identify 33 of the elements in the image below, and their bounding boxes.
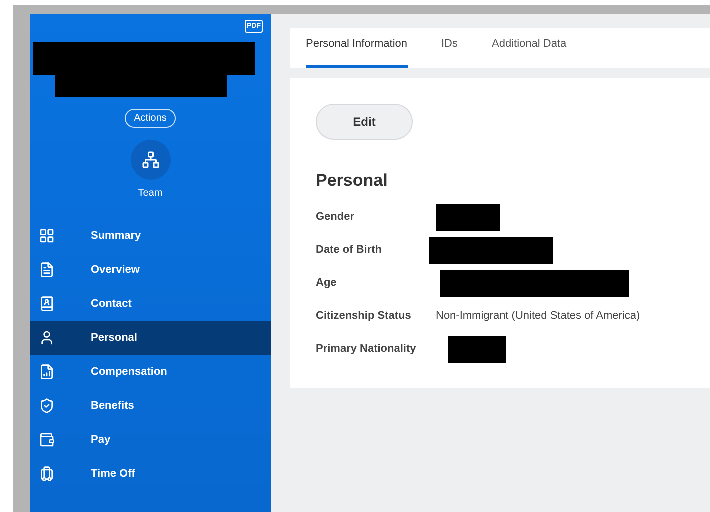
- field-label: Primary Nationality: [316, 342, 418, 358]
- shield-icon: [39, 398, 55, 414]
- tab[interactable]: Additional Data: [492, 36, 567, 68]
- contact-icon: [39, 296, 55, 312]
- person-icon: [39, 330, 55, 346]
- field-label: Date of Birth: [316, 243, 383, 258]
- tab[interactable]: Personal Information: [306, 36, 408, 68]
- grid-icon: [39, 228, 55, 244]
- nav-item[interactable]: Summary: [30, 219, 271, 253]
- org-chart-icon: [142, 151, 160, 169]
- redaction-bar: [448, 336, 506, 363]
- field-label: Age: [316, 276, 338, 292]
- section-heading: Personal: [316, 170, 389, 192]
- redaction-bar: [436, 204, 500, 231]
- nav-item[interactable]: Compensation: [30, 355, 271, 389]
- team-button[interactable]: [130, 140, 170, 180]
- team-label: Team: [138, 187, 163, 201]
- field-value: Non-Immigrant (United States of America): [436, 309, 640, 324]
- nav-item[interactable]: Contact: [30, 287, 271, 321]
- luggage-icon: [39, 466, 55, 482]
- tab[interactable]: IDs: [442, 36, 458, 68]
- edit-button[interactable]: Edit: [316, 104, 413, 140]
- nav-item[interactable]: Overview: [30, 253, 271, 287]
- nav-item[interactable]: Time Off: [30, 457, 271, 491]
- chart-icon: [39, 364, 55, 380]
- nav-item[interactable]: Benefits: [30, 389, 271, 423]
- nav-item[interactable]: Pay: [30, 423, 271, 457]
- wallet-icon: [39, 432, 55, 448]
- doc-icon: [39, 262, 55, 278]
- field-label: Gender: [316, 210, 356, 226]
- field-label: Citizenship Status: [316, 309, 412, 324]
- actions-button[interactable]: Actions: [125, 109, 176, 128]
- nav-item[interactable]: Personal: [30, 321, 271, 355]
